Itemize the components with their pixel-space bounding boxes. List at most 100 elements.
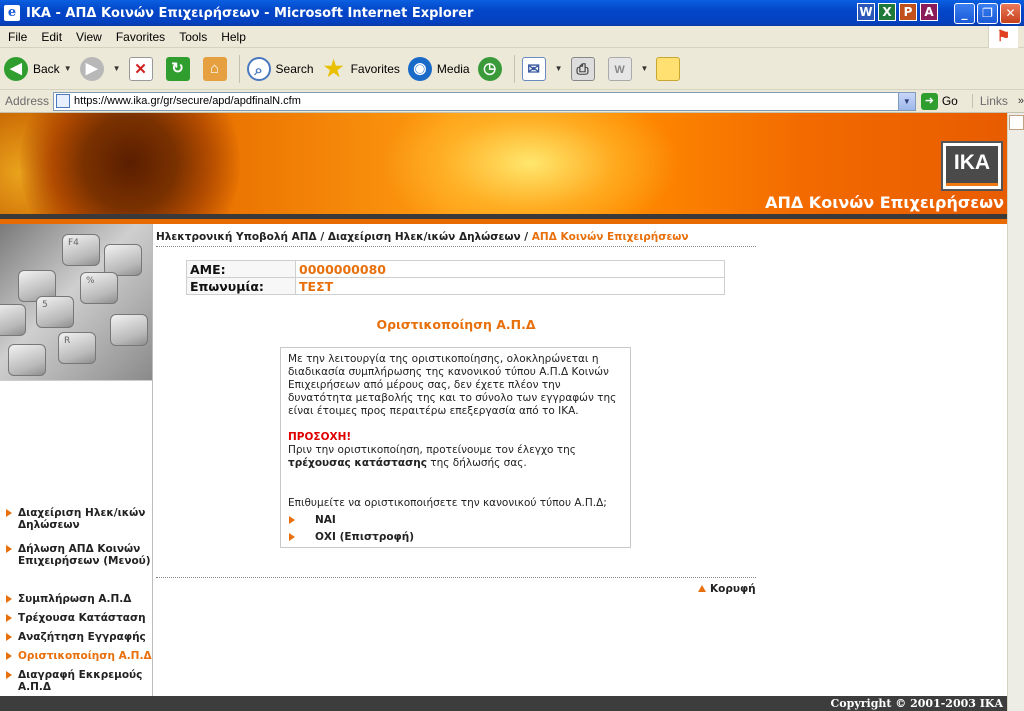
no-label[interactable]: ΟΧΙ (Επιστροφή) — [315, 531, 414, 543]
menu-file[interactable]: File — [0, 30, 34, 44]
address-url[interactable]: https://www.ika.gr/gr/secure/apd/apdfina… — [74, 95, 898, 107]
footer-copyright: Copyright © 2001-2003 ΙΚΑ — [0, 696, 1007, 711]
mail-button[interactable]: ✉ ▼ — [518, 51, 567, 87]
orange-arrow-icon — [6, 545, 12, 553]
sidebar-item-apd-menu[interactable]: Δήλωση ΑΠΔ Κοινών Επιχειρήσεων (Μενού) — [0, 543, 152, 567]
breadcrumb-item[interactable]: Διαχείριση Ηλεκ/ικών Δηλώσεων — [328, 231, 521, 243]
menu-help[interactable]: Help — [214, 30, 253, 44]
key-blank — [8, 344, 46, 376]
edit-button[interactable]: W ▼ — [604, 51, 653, 87]
word-icon[interactable]: W — [857, 3, 875, 21]
chevron-right-icon[interactable]: » — [1018, 95, 1024, 107]
excel-icon[interactable]: X — [878, 3, 896, 21]
go-label: Go — [941, 94, 958, 108]
powerpoint-icon[interactable]: P — [899, 3, 917, 21]
chevron-down-icon[interactable]: ▼ — [897, 92, 915, 110]
sidebar-item-manage-declarations[interactable]: Διαχείριση Ηλεκ/ικών Δηλώσεων — [0, 507, 152, 531]
sidebar-item-finalize-apd[interactable]: Οριστικοποίηση Α.Π.Δ — [0, 650, 152, 662]
sidebar-item-label: Δήλωση ΑΠΔ Κοινών — [18, 543, 141, 555]
sidebar-item-complete-apd[interactable]: Συμπλήρωση Α.Π.Δ — [0, 593, 152, 605]
yes-label[interactable]: ΝΑΙ — [315, 514, 336, 526]
menu-view[interactable]: View — [69, 30, 109, 44]
media-button[interactable]: ◉ Media — [404, 51, 474, 87]
go-button[interactable]: ➜ Go — [920, 92, 958, 110]
breadcrumb-item[interactable]: Ηλεκτρονική Υποβολή ΑΠΔ — [156, 231, 317, 243]
sidebar-item-search-record[interactable]: Αναζήτηση Εγγραφής — [0, 631, 152, 643]
back-to-top-label[interactable]: Κορυφή — [710, 583, 756, 595]
window-title: ΙΚΑ - ΑΠΔ Κοινών Επιχειρήσεων - Microsof… — [26, 5, 474, 21]
links-button[interactable]: Links — [971, 94, 1008, 108]
key-f4: F4 — [62, 234, 100, 266]
back-label: Back — [33, 61, 60, 76]
address-input[interactable]: https://www.ika.gr/gr/secure/apd/apdfina… — [53, 91, 916, 111]
key-blank — [110, 314, 148, 346]
breadcrumb: Ηλεκτρονική Υποβολή ΑΠΔ / Διαχείριση Ηλε… — [156, 231, 756, 247]
back-button[interactable]: ◀ Back ▼ — [0, 51, 76, 87]
messenger-button[interactable] — [652, 51, 689, 87]
chevron-down-icon[interactable]: ▼ — [64, 64, 72, 73]
window-titlebar: e ΙΚΑ - ΑΠΔ Κοινών Επιχειρήσεων - Micros… — [0, 0, 1024, 26]
toolbar: ◀ Back ▼ ▶ ▼ ✕ ↻ ⌂ ⌕ Search ★ Favorites … — [0, 48, 1024, 90]
warning-label: ΠΡΟΣΟΧΗ! — [288, 431, 352, 443]
page-icon — [56, 94, 71, 108]
scrollbar-thumb[interactable] — [1009, 115, 1024, 130]
search-button[interactable]: ⌕ Search — [243, 51, 318, 87]
toolbar-separator — [238, 54, 240, 83]
ika-logo[interactable]: ΙΚΑ — [941, 141, 1003, 191]
logo-accent-bar — [946, 183, 998, 186]
up-arrow-icon — [698, 585, 706, 592]
sidebar-item-label: Οριστικοποίηση Α.Π.Δ — [18, 650, 152, 662]
media-label: Media — [436, 61, 470, 76]
printer-icon: ⎙ — [570, 56, 595, 81]
close-button[interactable]: ✕ — [1000, 3, 1021, 24]
sidebar: F4 % 5 4 R Διαχείριση Ηλεκ/ικών Δηλώσεων… — [0, 224, 153, 711]
warning-text: Πριν την οριστικοποίηση, προτείνουμε τον… — [288, 444, 623, 470]
keyboard-image: F4 % 5 4 R — [0, 224, 152, 380]
ame-value: 0000000080 — [295, 260, 725, 278]
menu-tools[interactable]: Tools — [172, 30, 214, 44]
orange-arrow-icon — [289, 533, 295, 541]
page-title: Οριστικοποίηση Α.Π.Δ — [376, 317, 536, 332]
refresh-button[interactable]: ↻ — [162, 51, 199, 87]
sidebar-item-label: Διαγραφή Εκκρεμούς — [18, 669, 143, 681]
vertical-scrollbar[interactable] — [1007, 113, 1024, 711]
sidebar-item-label: Διαχείριση Ηλεκ/ικών — [18, 507, 146, 519]
sidebar-item-label: Συμπλήρωση Α.Π.Δ — [18, 593, 132, 605]
stop-button[interactable]: ✕ — [125, 51, 162, 87]
chevron-down-icon[interactable]: ▼ — [555, 64, 563, 73]
favorites-button[interactable]: ★ Favorites — [318, 51, 404, 87]
back-to-top-link[interactable]: Κορυφή — [698, 583, 756, 595]
table-row: ΑΜΕ: 0000000080 — [186, 260, 725, 278]
company-name-label: Επωνυμία: — [186, 277, 296, 295]
finalize-info-box: Με την λειτουργία της οριστικοποίησης, ο… — [280, 347, 631, 548]
sidebar-item-current-status[interactable]: Τρέχουσα Κατάσταση — [0, 612, 152, 624]
maximize-button[interactable]: ❐ — [977, 3, 998, 24]
chevron-down-icon[interactable]: ▼ — [113, 64, 121, 73]
home-button[interactable]: ⌂ — [199, 51, 236, 87]
ika-logo-text: ΙΚΑ — [946, 146, 998, 186]
sidebar-item-delete-pending[interactable]: Διαγραφή Εκκρεμούς Α.Π.Δ — [0, 669, 152, 693]
no-option[interactable]: ΟΧΙ (Επιστροφή) — [289, 531, 414, 544]
history-button[interactable]: ◷ — [474, 51, 511, 87]
taskbar-icons: W X P A — [857, 3, 938, 21]
toolbar-separator — [513, 54, 515, 83]
sunflower-center-image — [20, 113, 240, 219]
chevron-down-icon[interactable]: ▼ — [641, 64, 649, 73]
forward-button[interactable]: ▶ ▼ — [76, 51, 125, 87]
sidebar-item-label: Επιχειρήσεων (Μενού) — [18, 555, 151, 567]
current-status-link[interactable]: τρέχουσας κατάστασης — [288, 457, 427, 469]
menu-favorites[interactable]: Favorites — [109, 30, 172, 44]
key-four: 4 — [0, 304, 26, 336]
menu-edit[interactable]: Edit — [34, 30, 69, 44]
employer-info-table: ΑΜΕ: 0000000080 Επωνυμία: ΤΕΣΤ — [186, 260, 725, 295]
table-row: Επωνυμία: ΤΕΣΤ — [186, 277, 725, 295]
print-button[interactable]: ⎙ — [567, 51, 604, 87]
minimize-button[interactable]: _ — [954, 3, 975, 24]
company-name-value: ΤΕΣΤ — [295, 277, 725, 295]
breadcrumb-separator: / — [520, 231, 532, 243]
back-arrow-icon: ◀ — [4, 56, 28, 81]
access-icon[interactable]: A — [920, 3, 938, 21]
refresh-icon: ↻ — [165, 56, 190, 81]
breadcrumb-separator: / — [316, 231, 328, 243]
yes-option[interactable]: ΝΑΙ — [289, 514, 336, 527]
